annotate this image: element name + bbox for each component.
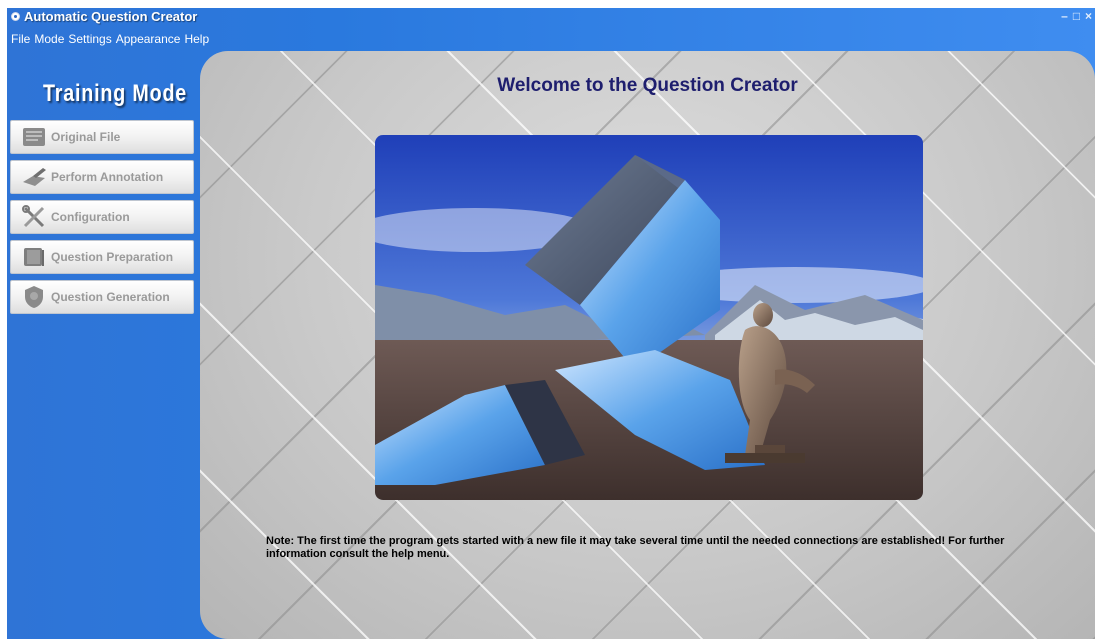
pen-icon xyxy=(21,166,47,188)
maximize-icon[interactable]: □ xyxy=(1072,10,1081,22)
shield-question-icon xyxy=(21,286,47,308)
original-file-button[interactable]: Original File xyxy=(10,120,194,154)
menu-mode[interactable]: Mode xyxy=(34,30,64,48)
configuration-button[interactable]: Configuration xyxy=(10,200,194,234)
perform-annotation-label: Perform Annotation xyxy=(51,170,164,184)
menu-bar: File Mode Settings Appearance Help xyxy=(7,30,213,48)
question-generation-button[interactable]: Question Generation xyxy=(10,280,194,314)
menu-settings[interactable]: Settings xyxy=(68,30,111,48)
note-text: Note: The first time the program gets st… xyxy=(266,535,1005,560)
book-icon xyxy=(21,246,47,268)
close-icon[interactable]: × xyxy=(1084,10,1093,22)
question-preparation-button[interactable]: Question Preparation xyxy=(10,240,194,274)
original-file-label: Original File xyxy=(51,130,121,144)
welcome-heading: Welcome to the Question Creator xyxy=(497,75,798,96)
configuration-label: Configuration xyxy=(51,210,130,224)
app-window: Automatic Question Creator – □ × File Mo… xyxy=(7,8,1095,639)
menu-file[interactable]: File xyxy=(11,30,30,48)
tools-icon xyxy=(21,205,47,228)
sidebar-nav: Original File Perform Annotation Configu… xyxy=(10,120,194,320)
minimize-icon[interactable]: – xyxy=(1060,10,1069,22)
perform-annotation-button[interactable]: Perform Annotation xyxy=(10,160,194,194)
main-panel: Welcome to the Question Creator Note: Th… xyxy=(200,51,1095,639)
document-icon xyxy=(21,126,47,148)
hero-image xyxy=(375,135,923,500)
question-generation-label: Question Generation xyxy=(51,290,170,304)
menu-help[interactable]: Help xyxy=(184,30,209,48)
window-controls: – □ × xyxy=(1060,10,1093,22)
title-bar[interactable]: Automatic Question Creator – □ × xyxy=(7,8,1095,28)
question-preparation-label: Question Preparation xyxy=(51,250,174,264)
app-icon[interactable] xyxy=(11,12,20,21)
sidebar-title: Training Mode xyxy=(43,80,188,107)
window-title: Automatic Question Creator xyxy=(24,9,198,24)
menu-appearance[interactable]: Appearance xyxy=(116,30,181,48)
